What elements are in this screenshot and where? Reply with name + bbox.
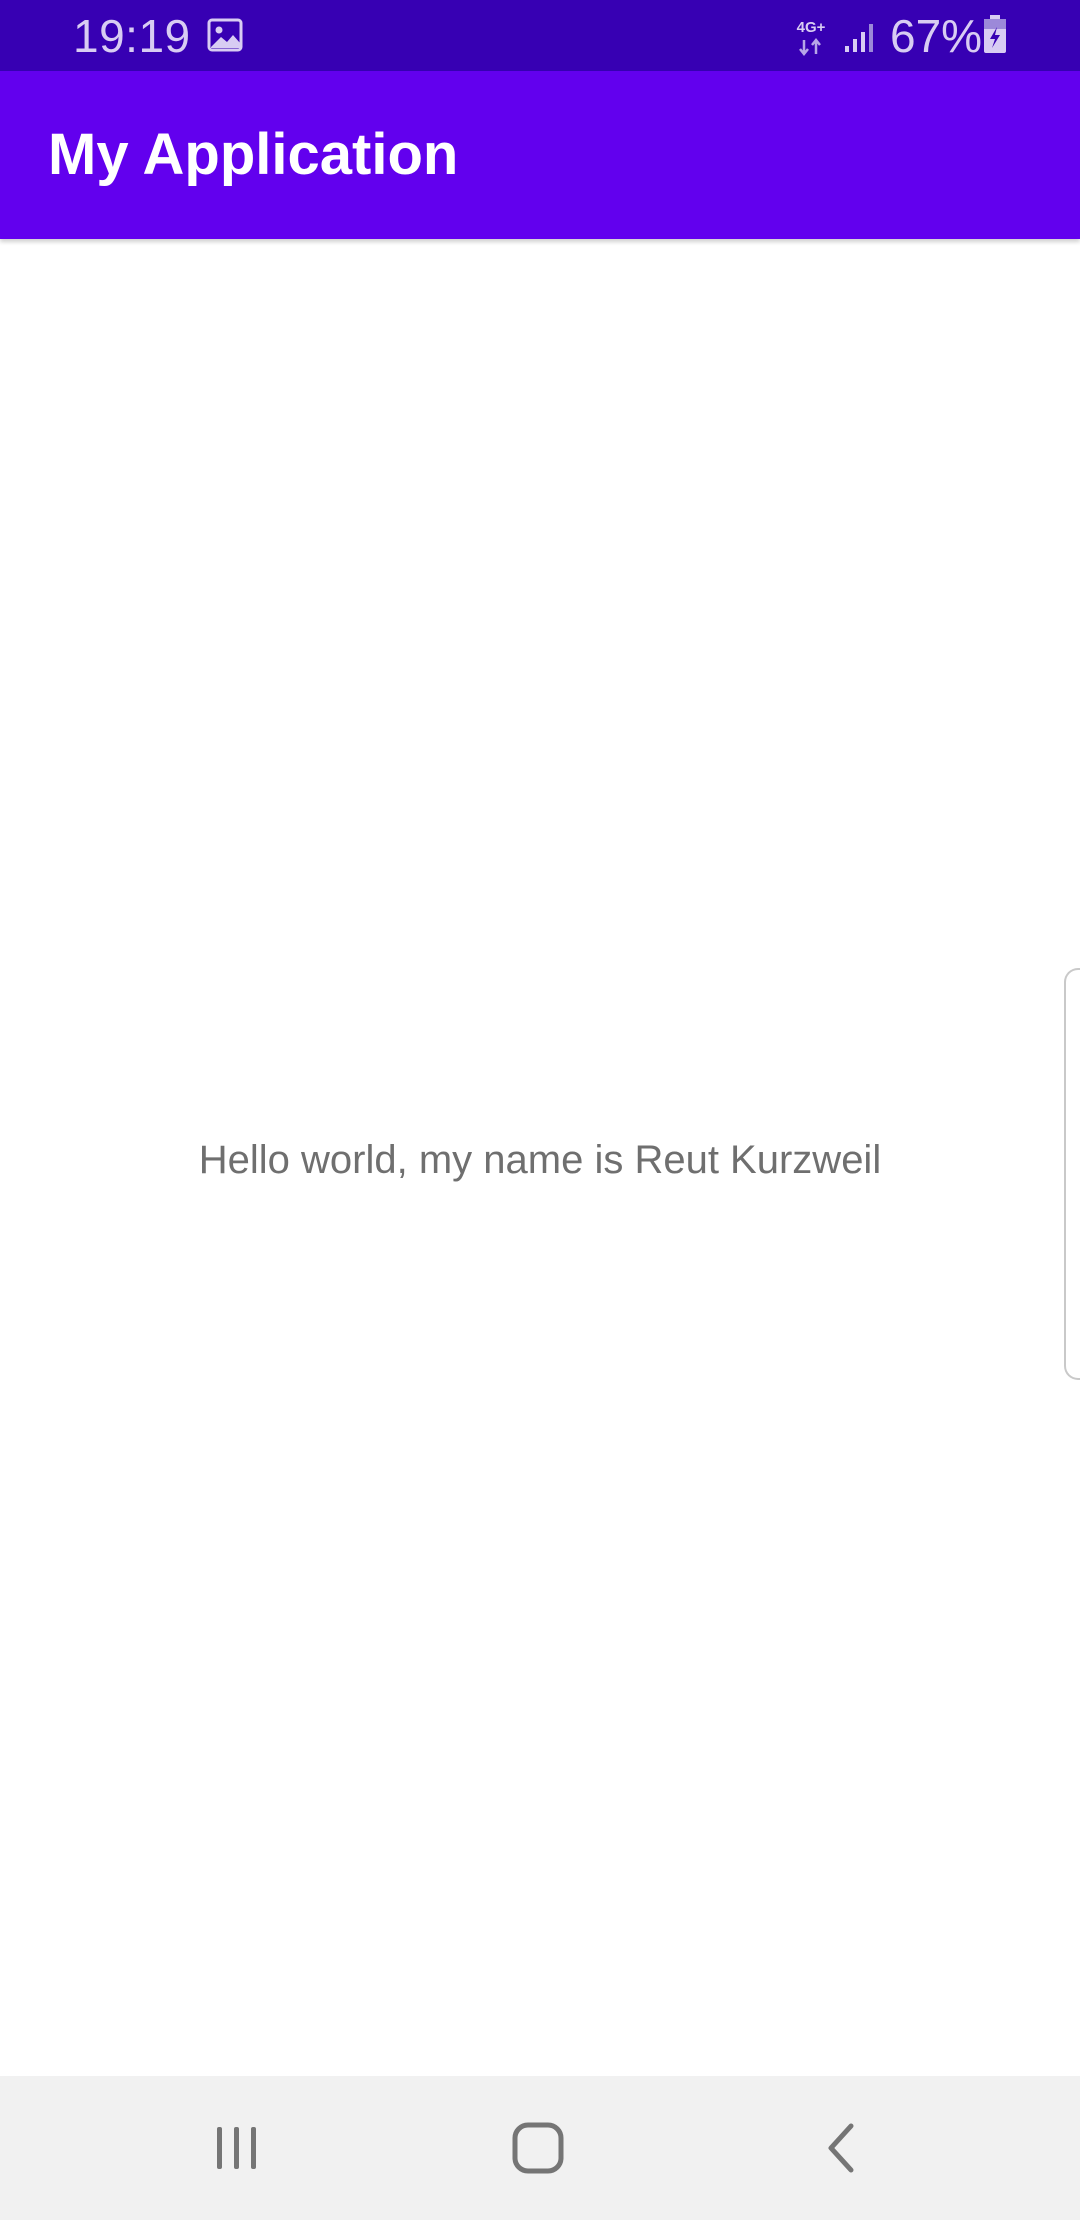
back-icon [828, 2123, 854, 2173]
edge-panel-handle[interactable] [1064, 968, 1080, 1380]
network-type-label: 4G+ [797, 19, 826, 36]
status-bar: 19:19 4G+ 67% [0, 0, 1080, 71]
status-time: 19:19 [73, 10, 191, 62]
recents-button[interactable] [187, 2098, 287, 2198]
signal-icon [845, 24, 873, 52]
app-bar: My Application [0, 71, 1080, 239]
app-title: My Application [48, 122, 459, 187]
battery-charging-icon [984, 15, 1006, 53]
home-button[interactable] [488, 2098, 588, 2198]
hello-message: Hello world, my name is Reut Kurzweil [198, 1138, 882, 1182]
recents-icon [217, 2127, 256, 2169]
screen: 19:19 4G+ 67% My Application Hello world… [0, 0, 1080, 2220]
battery-percent: 67% [890, 10, 983, 62]
back-button[interactable] [791, 2098, 891, 2198]
gallery-icon [207, 18, 243, 52]
navigation-bar [0, 2076, 1080, 2220]
network-4g-icon: 4G+ [797, 19, 826, 56]
home-icon [512, 2122, 564, 2174]
